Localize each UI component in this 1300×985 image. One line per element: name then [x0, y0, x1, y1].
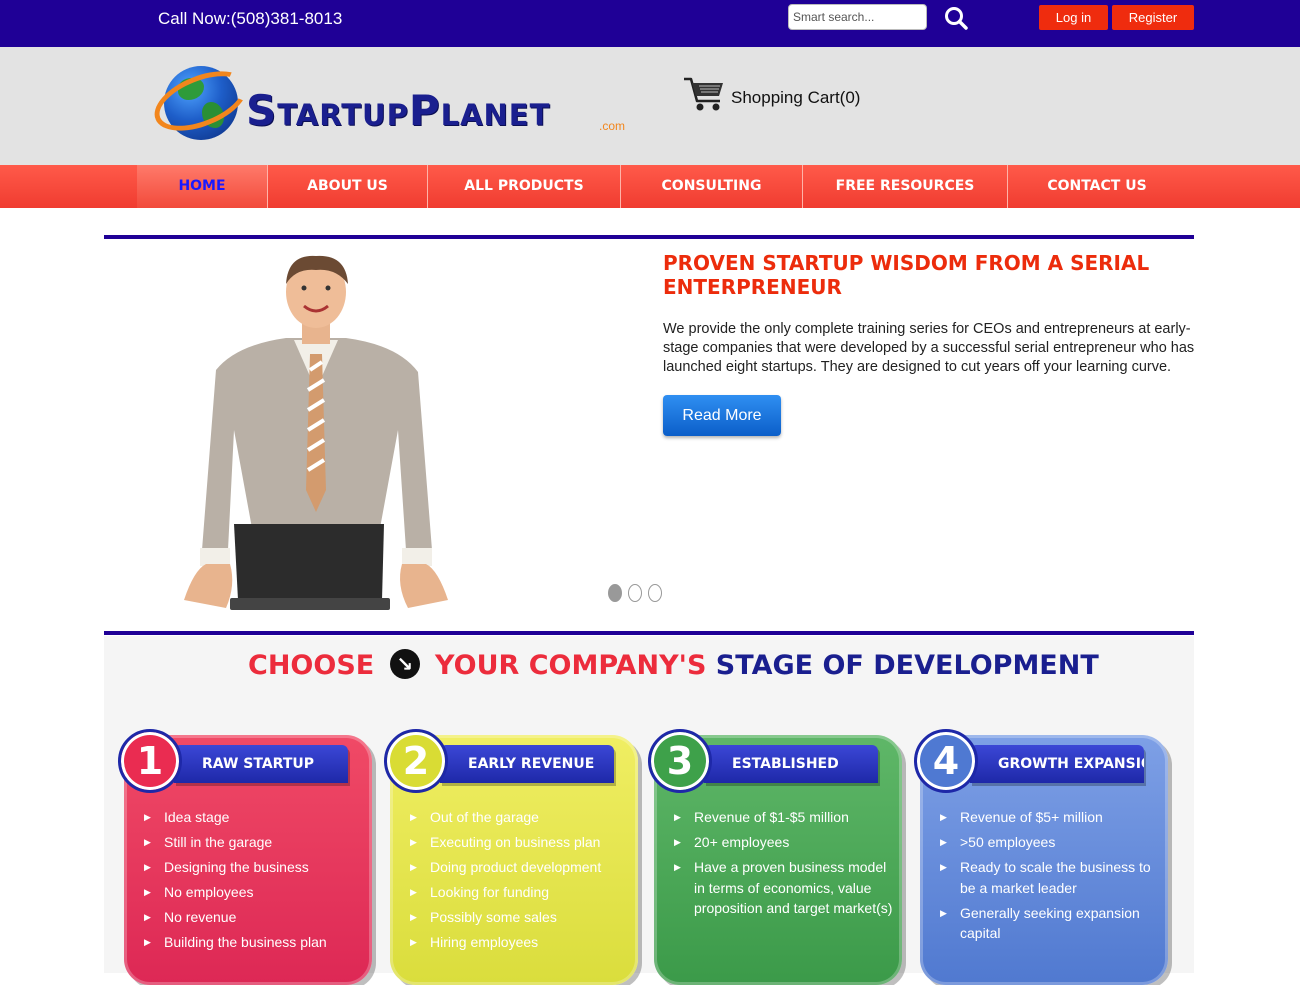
stage-card-list: ▶ Out of the garage ▶ Executing on busines…	[410, 807, 632, 957]
list-item: ▶ Revenue of $1-$5 million	[674, 807, 896, 828]
list-item: ▶ Generally seeking expansion capital	[940, 904, 1140, 942]
logo-dotcom: .com	[599, 119, 626, 133]
stages-top-rule	[104, 631, 1194, 635]
list-item: ▶ Possibly some sales	[410, 907, 632, 928]
stage-number-badge: 1	[118, 729, 182, 793]
slider-dot-3[interactable]	[648, 584, 662, 602]
triangle-bullet-icon: ▶	[940, 907, 947, 918]
triangle-bullet-icon: ▶	[144, 812, 151, 822]
nav-contact-us[interactable]: CONTACT US	[1008, 165, 1186, 208]
list-item: ▶ No employees	[144, 882, 366, 903]
stage-card-list: ▶ Idea stage ▶ Still in the garage ▶ Design…	[144, 807, 366, 957]
list-item: ▶ Ready to scale the business to be a mar…	[940, 859, 1151, 896]
list-item: ▶ Building the business plan	[144, 932, 366, 953]
triangle-bullet-icon: ▶	[410, 837, 417, 847]
list-item: ▶ Have a proven business model in terms o…	[674, 859, 893, 916]
heading-company: YOUR COMPANY'S	[435, 650, 707, 681]
stage-card-established[interactable]: ESTABLISHED 3 ▶ Revenue of $1-$5 million …	[648, 729, 902, 985]
list-item: ▶ Still in the garage	[144, 832, 366, 853]
nav-consulting[interactable]: CONSULTING	[621, 165, 803, 208]
call-now-text: Call Now:(508)381-8013	[158, 9, 343, 28]
triangle-bullet-icon: ▶	[410, 812, 417, 822]
list-item: ▶ Executing on business plan	[410, 832, 632, 853]
list-item: ▶ Doing product development	[410, 857, 632, 878]
list-item: ▶ No revenue	[144, 907, 366, 928]
triangle-bullet-icon: ▶	[410, 862, 417, 872]
heading-choose: CHOOSE	[248, 650, 375, 681]
triangle-bullet-icon: ▶	[674, 812, 681, 822]
search-input[interactable]	[788, 4, 927, 30]
slider-dot-1[interactable]	[608, 584, 622, 602]
list-item: ▶ 20+ employees	[674, 832, 896, 853]
list-item: ▶ Revenue of $5+ million	[940, 807, 1162, 828]
stage-card-growth-expansion[interactable]: GROWTH EXPANSION 4 ▶Revenue of $5+ milli…	[914, 729, 1168, 985]
list-item: ▶ Looking for funding	[410, 882, 632, 903]
hero-top-rule	[104, 235, 1194, 239]
hero-title: PROVEN STARTUP WISDOM FROM A SERIAL ENTE…	[663, 251, 1150, 299]
triangle-bullet-icon: ▶	[144, 937, 151, 947]
stage-number-badge: 4	[914, 729, 978, 793]
list-item: ▶ Hiring employees	[410, 932, 632, 953]
top-bar: Call Now:(508)381-8013 Log in Register	[0, 0, 1300, 47]
stages-heading: CHOOSE ↘ YOUR COMPANY'S STAGE OF DEVELOP…	[248, 648, 1099, 681]
businessman-image	[184, 255, 448, 610]
nav-free-resources[interactable]: FREE RESOURCES	[803, 165, 1008, 208]
triangle-bullet-icon: ▶	[674, 862, 681, 872]
startup-planet-logo[interactable]: StartupPlanet .com	[146, 59, 632, 144]
list-item: ▶ Idea stage	[144, 807, 366, 828]
triangle-bullet-icon: ▶	[940, 812, 947, 822]
logo-text: StartupPlanet	[246, 86, 551, 135]
nav-about-us[interactable]: ABOUT US	[268, 165, 428, 208]
slider-dot-2[interactable]	[628, 584, 642, 602]
search-icon[interactable]	[943, 5, 969, 31]
stage-number-badge: 2	[384, 729, 448, 793]
stage-number-badge: 3	[648, 729, 712, 793]
login-button[interactable]: Log in	[1039, 5, 1108, 30]
triangle-bullet-icon: ▶	[410, 887, 417, 897]
list-item: ▶ Out of the garage	[410, 807, 632, 828]
read-more-button[interactable]: Read More	[663, 395, 781, 436]
triangle-bullet-icon: ▶	[144, 912, 151, 922]
cart-label: Shopping Cart(0)	[731, 88, 861, 107]
main-nav: HOME ABOUT US ALL PRODUCTS CONSULTING FR…	[0, 165, 1300, 208]
stage-card-list: ▶ Revenue of $5+ million ▶ >50 employees ▶…	[940, 807, 1162, 948]
list-item: ▶ >50 employees	[940, 832, 1162, 853]
shopping-cart-icon	[684, 77, 723, 111]
stage-card-title: RAW STARTUP	[174, 745, 348, 783]
stage-card-list: ▶ Revenue of $1-$5 million ▶ 20+ employees…	[674, 807, 896, 923]
stage-card-early-revenue[interactable]: EARLY REVENUE 2 ▶ Out of the garage ▶ Exec…	[384, 729, 638, 985]
triangle-bullet-icon: ▶	[940, 837, 947, 847]
stage-card-title: EARLY REVENUE	[440, 745, 614, 783]
nav-all-products[interactable]: ALL PRODUCTS	[428, 165, 621, 208]
list-item: ▶ Designing the business	[144, 857, 366, 878]
nav-home[interactable]: HOME	[137, 165, 268, 208]
triangle-bullet-icon: ▶	[144, 862, 151, 872]
triangle-bullet-icon: ▶	[410, 912, 417, 922]
stage-card-title: ESTABLISHED	[704, 745, 878, 783]
register-button[interactable]: Register	[1112, 5, 1194, 30]
triangle-bullet-icon: ▶	[144, 837, 151, 847]
triangle-bullet-icon: ▶	[144, 887, 151, 897]
hero-description: We provide the only complete training se…	[663, 321, 1195, 375]
triangle-bullet-icon: ▶	[410, 937, 417, 947]
triangle-bullet-icon: ▶	[674, 837, 681, 847]
triangle-bullet-icon: ▶	[940, 862, 947, 872]
stage-card-title: GROWTH EXPANSION	[970, 745, 1144, 783]
arrow-down-right-icon: ↘	[389, 648, 420, 679]
heading-stage: STAGE OF DEVELOPMENT	[715, 650, 1099, 681]
stage-card-raw-startup[interactable]: RAW STARTUP 1 ▶ Idea stage ▶ Still in the …	[118, 729, 372, 985]
site-header: StartupPlanet .com Shopping Cart(0)	[0, 47, 1300, 165]
